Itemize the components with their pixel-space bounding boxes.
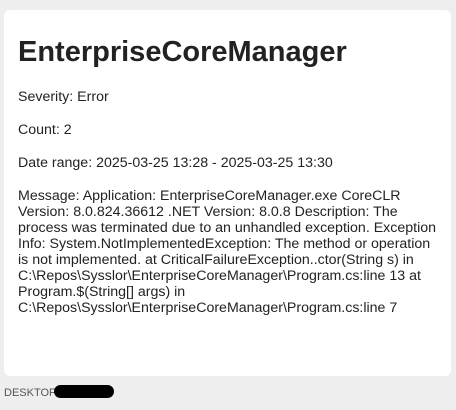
- error-event-card: EnterpriseCoreManager Severity: Error Co…: [4, 10, 451, 376]
- machine-name-footer: DESKTOP: [4, 385, 115, 400]
- message-label: Message:: [18, 188, 80, 204]
- date-range-line: Date range: 2025-03-25 13:28 - 2025-03-2…: [18, 155, 437, 171]
- machine-name-prefix: DESKTOP: [4, 387, 57, 399]
- date-range-label: Date range:: [18, 155, 93, 171]
- message-line: Message: Application: EnterpriseCoreMana…: [18, 188, 437, 316]
- redaction-mark: [54, 385, 115, 398]
- application-title: EnterpriseCoreManager: [18, 36, 347, 68]
- count-label: Count:: [18, 122, 60, 138]
- message-value: Application: EnterpriseCoreManager.exe C…: [18, 188, 437, 316]
- count-value: 2: [63, 122, 72, 138]
- severity-label: Severity:: [18, 89, 74, 105]
- date-range-value: 2025-03-25 13:28 - 2025-03-25 13:30: [96, 155, 333, 171]
- severity-value: Error: [77, 89, 109, 105]
- severity-line: Severity: Error: [18, 89, 437, 105]
- count-line: Count: 2: [18, 122, 437, 138]
